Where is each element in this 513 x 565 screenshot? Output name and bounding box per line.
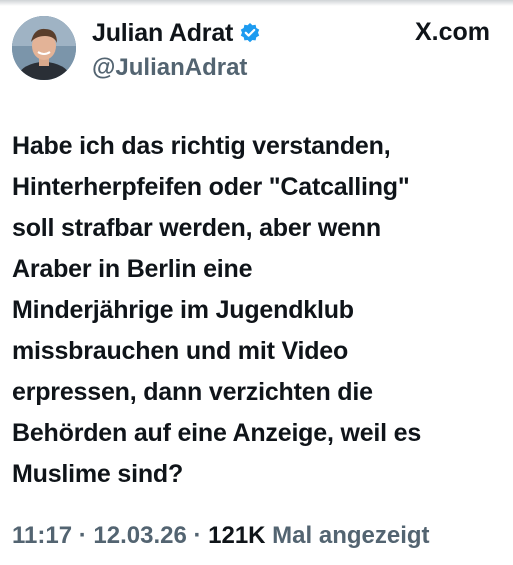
views-label: Mal angezeigt bbox=[265, 522, 430, 549]
author-display-name[interactable]: Julian Adrat bbox=[92, 19, 233, 48]
top-divider bbox=[0, 0, 513, 6]
views-count: 121K bbox=[208, 522, 266, 549]
avatar[interactable] bbox=[12, 16, 76, 80]
tweet-meta: 11:17 · 12.03.26 · 121K Mal angezeigt bbox=[12, 522, 430, 550]
meta-separator: · bbox=[72, 522, 94, 549]
author-block: Julian Adrat @JulianAdrat bbox=[92, 18, 261, 82]
name-row: Julian Adrat bbox=[92, 18, 261, 48]
meta-separator-2: · bbox=[186, 522, 209, 549]
author-handle[interactable]: @JulianAdrat bbox=[92, 54, 261, 82]
source-label: X.com bbox=[414, 18, 490, 46]
tweet-header: Julian Adrat @JulianAdrat X.com bbox=[12, 14, 502, 86]
tweet-date[interactable]: 12.03.26 bbox=[93, 522, 186, 549]
tweet-time[interactable]: 11:17 bbox=[12, 522, 72, 549]
verified-badge-icon bbox=[239, 22, 261, 44]
tweet-text: Habe ich das richtig verstanden, Hinterh… bbox=[12, 132, 422, 488]
